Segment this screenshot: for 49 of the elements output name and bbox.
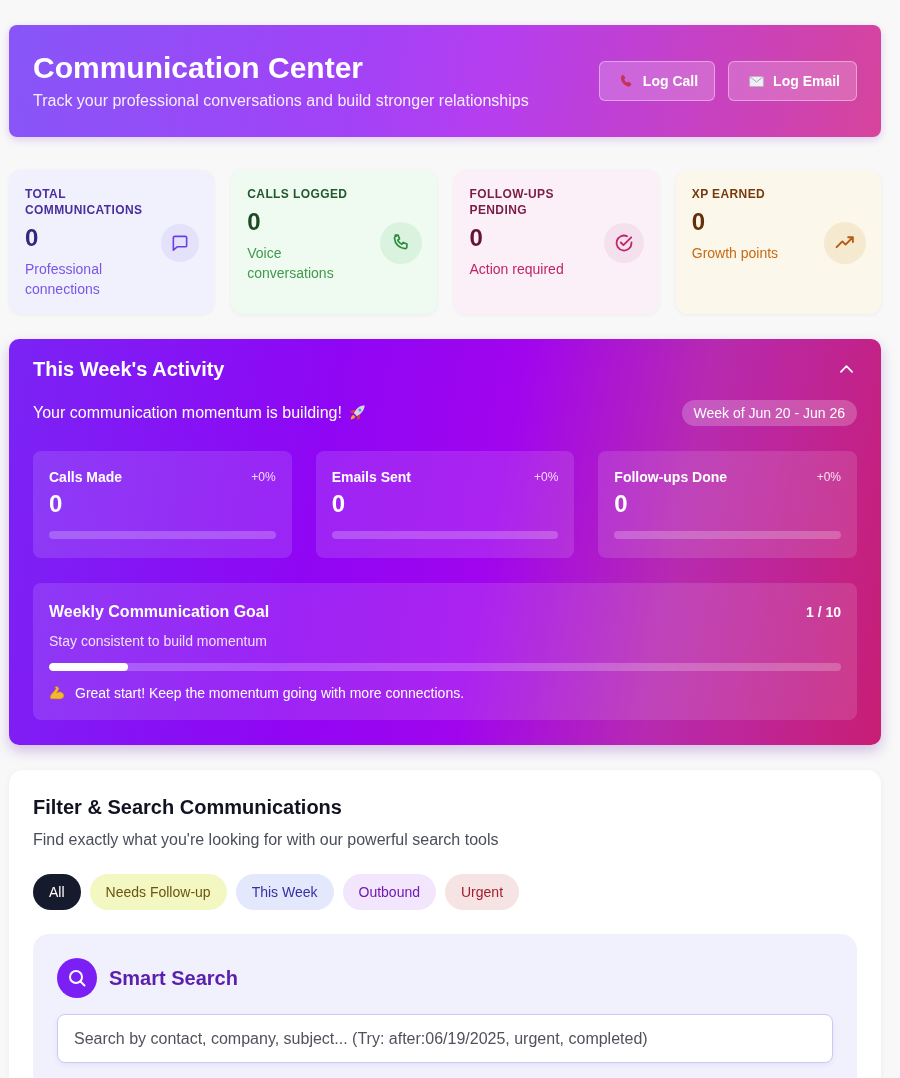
phone-icon [379, 221, 422, 264]
activity-title: This Week's Activity [33, 357, 225, 382]
smart-search-title: Smart Search [109, 966, 238, 990]
metric-change: +0% [251, 470, 276, 484]
rocket-icon [347, 404, 366, 422]
metric-value: 0 [49, 489, 64, 519]
goal-subtitle: Stay consistent to build momentum [49, 632, 268, 650]
filter-subtitle: Find exactly what you're looking for with our powerful search tools [33, 830, 500, 850]
stat-caption: Professional connections [25, 260, 104, 299]
metric-label: Follow-ups Done [614, 468, 728, 486]
search-icon [57, 958, 97, 998]
filter-chip[interactable]: Outbound [342, 874, 436, 910]
filter-chip[interactable]: All [33, 874, 81, 910]
stat-label: XP EARNED [691, 186, 767, 202]
filter-chip[interactable]: Urgent [445, 874, 520, 910]
metric-value: 0 [331, 489, 346, 519]
metric-label: Calls Made [49, 468, 123, 486]
chat-bubble-icon [161, 223, 200, 262]
metric-change: +0% [816, 470, 841, 484]
stat-value: 0 [25, 224, 40, 252]
trend-up-icon [824, 221, 866, 264]
stat-label: CALLS LOGGED [247, 186, 349, 202]
momentum-message: Your communication momentum is building! [33, 404, 342, 422]
metric-change: +0% [533, 470, 559, 484]
stat-caption: Action required [469, 260, 565, 279]
stat-value: 0 [691, 208, 707, 236]
metric-label: Emails Sent [331, 468, 412, 486]
chevron-up-icon[interactable] [840, 365, 853, 373]
page-title: Communication Center [33, 50, 365, 86]
week-range-badge: Week of Jun 20 - Jun 26 [681, 400, 857, 426]
stat-label: TOTAL COMMUNICATIONS [25, 186, 143, 218]
page-subtitle: Track your professional conversations and build stronger relationships [33, 91, 529, 111]
check-circle-icon [603, 222, 644, 263]
envelope-icon [749, 75, 765, 87]
goal-note: Great start! Keep the momentum going with more connections. [75, 684, 465, 702]
filter-title: Filter & Search Communications [33, 795, 343, 820]
filter-chip[interactable]: Needs Follow-up [89, 874, 227, 910]
stat-label: FOLLOW-UPS PENDING [469, 186, 555, 218]
metric-value: 0 [614, 489, 629, 519]
stat-caption: Growth points [691, 244, 779, 263]
stat-caption: Voice conversations [247, 244, 335, 283]
search-field[interactable]: Search by contact, company, subject... (Try: after:06/19/2025, urgent, completed) [57, 1014, 833, 1063]
phone-icon [619, 74, 634, 88]
stat-value: 0 [247, 208, 262, 236]
stat-value: 0 [469, 224, 484, 252]
goal-progress-count: 1 / 10 [805, 604, 841, 620]
flexed-arm-icon [49, 686, 65, 700]
filter-chip[interactable]: This Week [235, 874, 334, 910]
goal-title: Weekly Communication Goal [49, 602, 270, 622]
